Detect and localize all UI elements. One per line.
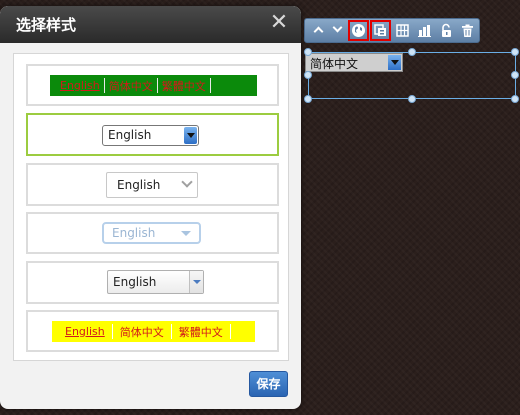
link-traditional-chinese[interactable]: 繁體中文: [158, 78, 210, 94]
select-value: 简体中文: [310, 57, 359, 71]
dropdown-button-icon: [189, 271, 203, 293]
style-icon[interactable]: [370, 20, 391, 41]
resize-handle-n[interactable]: [408, 48, 416, 56]
language-select-widget[interactable]: 简体中文: [305, 53, 403, 72]
resize-handle-ne[interactable]: [511, 48, 519, 56]
trash-icon[interactable]: [459, 22, 476, 39]
select-value: English: [117, 178, 161, 192]
dropdown-arrow-icon: [388, 55, 401, 70]
style-dialog: 选择样式 ✕ English 简体中文 繁體中文 English English…: [0, 6, 301, 409]
link-traditional-chinese[interactable]: 繁體中文: [172, 324, 230, 340]
link-simplified-chinese[interactable]: 简体中文: [113, 324, 171, 340]
globe-icon[interactable]: [348, 20, 369, 41]
save-button[interactable]: 保存: [249, 371, 288, 397]
dialog-title: 选择样式: [16, 16, 77, 34]
grid-icon[interactable]: [394, 22, 411, 39]
link-simplified-chinese[interactable]: 简体中文: [105, 78, 157, 94]
style-option-split-select[interactable]: English: [26, 261, 279, 304]
language-select-rounded[interactable]: English: [102, 222, 201, 244]
move-down-icon[interactable]: [329, 22, 346, 39]
unlock-icon[interactable]: [438, 22, 455, 39]
chevron-down-icon: [181, 176, 193, 188]
language-select-blue[interactable]: English: [102, 125, 199, 146]
link-english[interactable]: English: [56, 79, 104, 92]
resize-handle-s[interactable]: [408, 95, 416, 103]
resize-handle-nw[interactable]: [304, 48, 312, 56]
dropdown-arrow-icon: [184, 127, 197, 144]
style-option-green-links[interactable]: English 简体中文 繁體中文: [26, 64, 279, 106]
widget-toolbar: [304, 18, 480, 43]
resize-handle-sw[interactable]: [304, 95, 312, 103]
link-english[interactable]: English: [58, 325, 112, 338]
resize-handle-e[interactable]: [511, 71, 519, 79]
move-up-icon[interactable]: [310, 22, 327, 39]
bar-chart-icon[interactable]: [416, 22, 433, 39]
select-value: English: [112, 226, 156, 240]
close-icon[interactable]: ✕: [266, 10, 292, 36]
language-select-chevron[interactable]: English: [106, 172, 198, 198]
select-value: English: [108, 128, 152, 142]
dialog-header: 选择样式 ✕: [0, 6, 301, 43]
style-options-panel: English 简体中文 繁體中文 English English Englis…: [13, 53, 289, 361]
style-option-blue-select[interactable]: English: [26, 113, 279, 156]
green-language-bar: English 简体中文 繁體中文: [50, 75, 257, 96]
language-select-split[interactable]: English: [107, 270, 204, 294]
select-value: English: [113, 275, 157, 289]
link-divider: [229, 324, 231, 339]
resize-handle-se[interactable]: [511, 95, 519, 103]
style-option-rounded-select[interactable]: English: [26, 212, 279, 254]
style-option-yellow-links[interactable]: English 简体中文 繁體中文: [26, 310, 279, 352]
style-option-chevron-select[interactable]: English: [26, 163, 279, 206]
resize-handle-w[interactable]: [304, 71, 312, 79]
link-divider: [209, 78, 211, 93]
yellow-language-bar: English 简体中文 繁體中文: [52, 321, 255, 342]
triangle-down-icon: [181, 231, 191, 236]
